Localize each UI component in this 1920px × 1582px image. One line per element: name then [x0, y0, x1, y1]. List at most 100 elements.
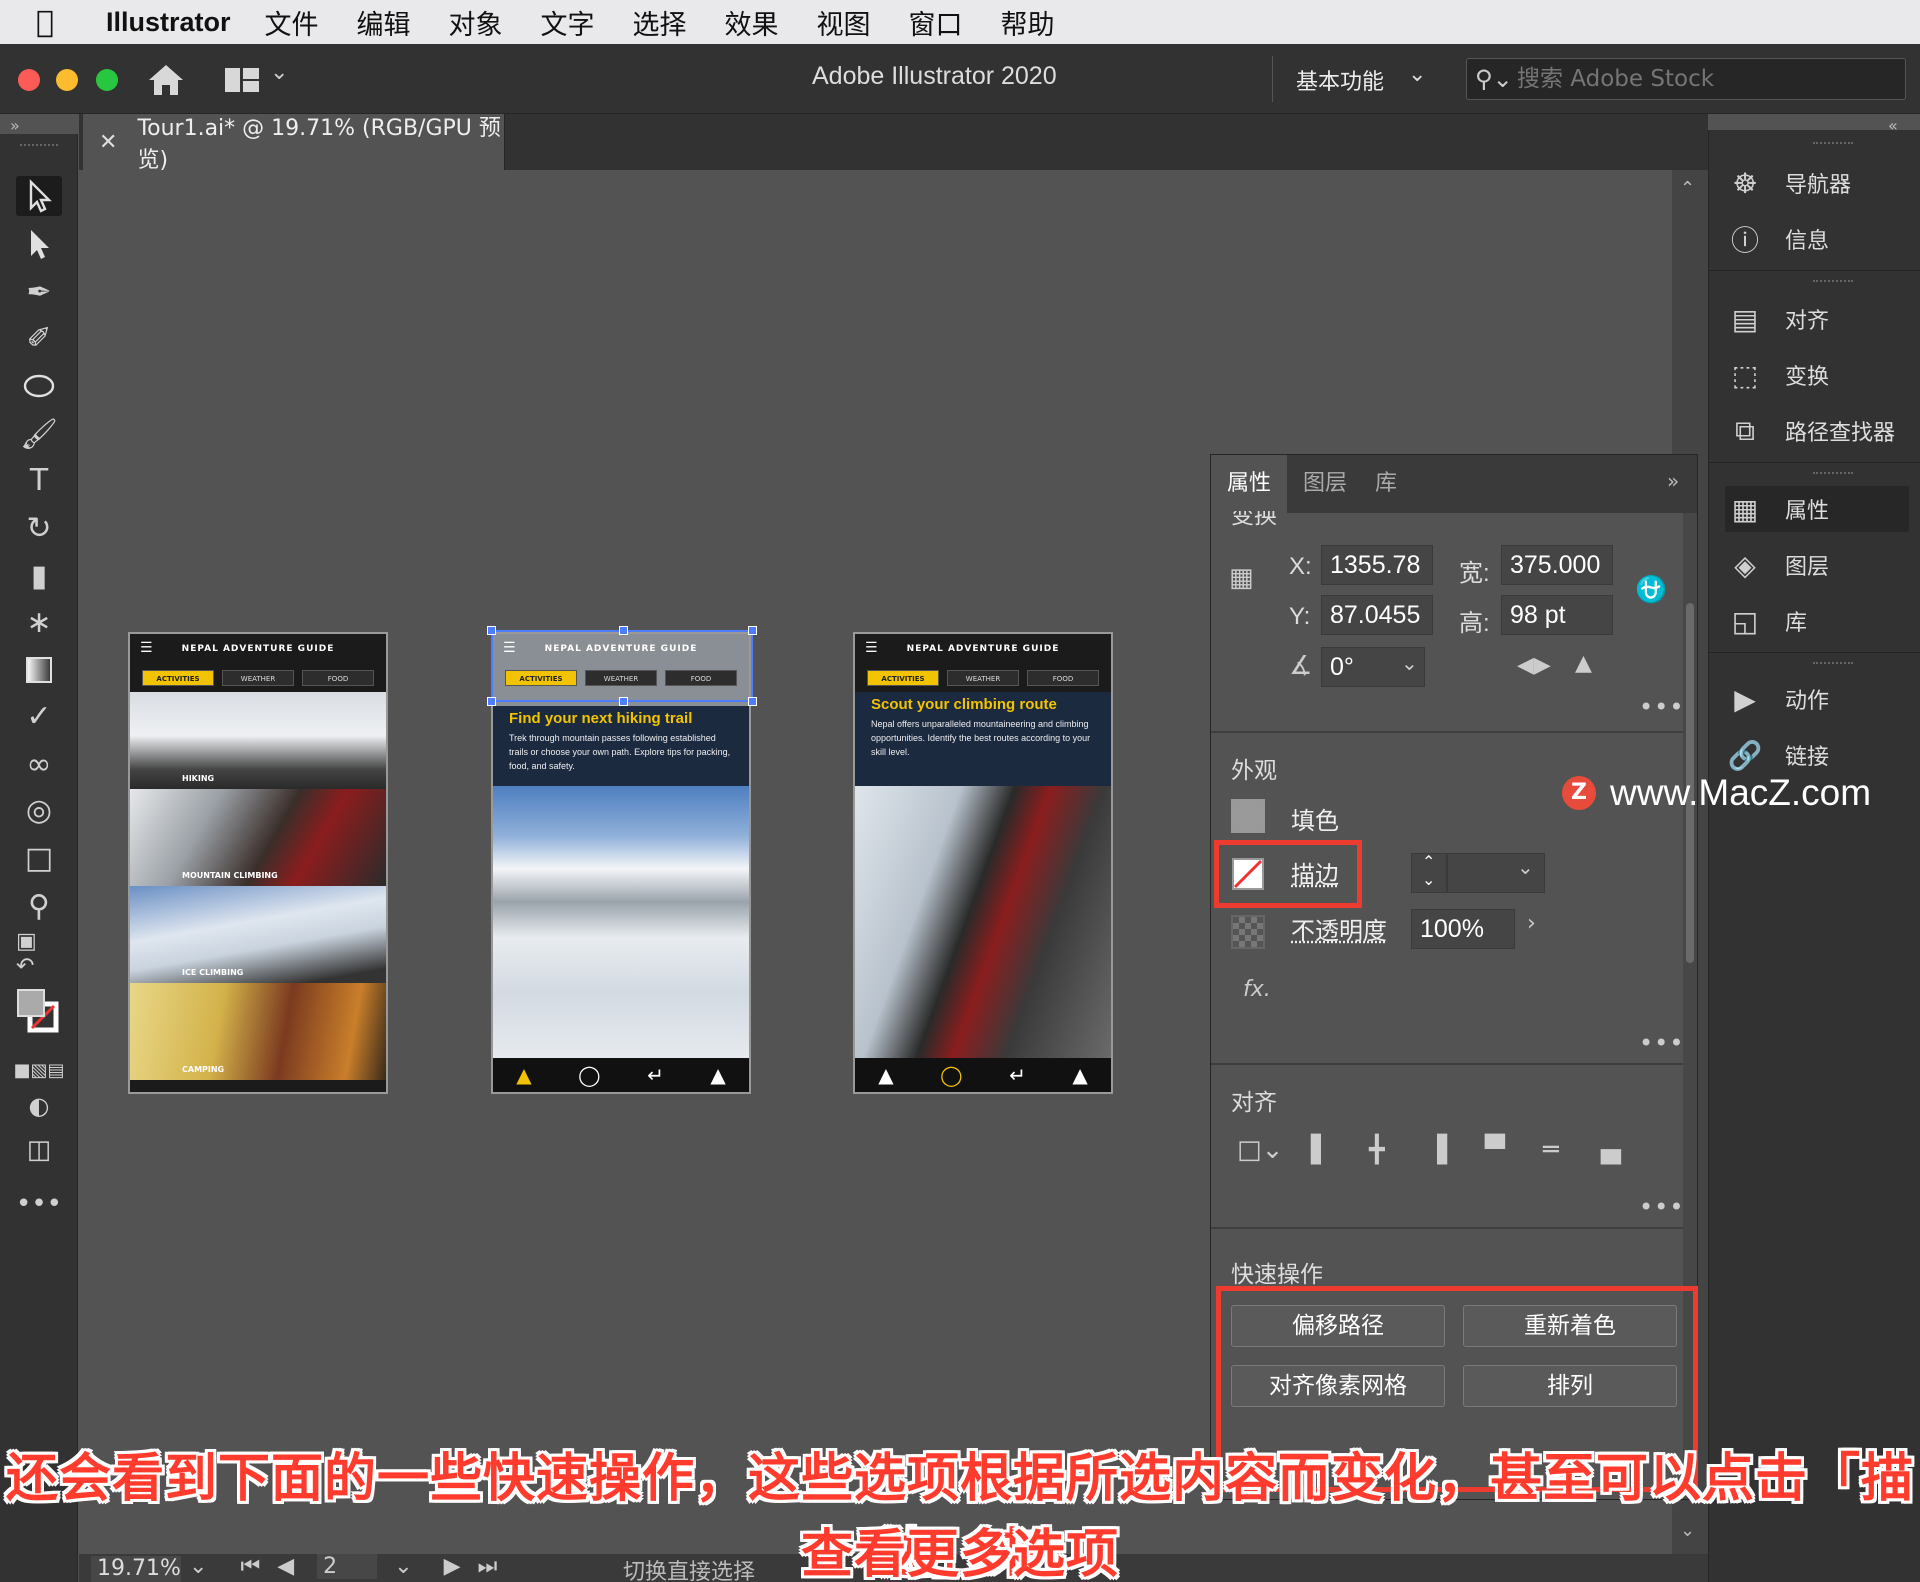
resize-handle[interactable]: [748, 697, 757, 706]
constrain-proportions-icon[interactable]: ⛎: [1635, 575, 1667, 605]
window-minimize-button[interactable]: [56, 69, 78, 91]
align-top-icon[interactable]: ▀: [1485, 1135, 1505, 1165]
menu-help[interactable]: 帮助: [1001, 3, 1055, 42]
tab-libraries[interactable]: 库: [1359, 455, 1413, 513]
blend-tool-icon[interactable]: ∞: [16, 744, 62, 784]
artboard-3[interactable]: ☰ NEPAL ADVENTURE GUIDE ACTIVITIES WEATH…: [853, 632, 1113, 1094]
draw-mode-icon[interactable]: ◐: [16, 1086, 62, 1126]
height-field[interactable]: 98 pt: [1501, 595, 1613, 635]
flip-vertical-icon[interactable]: ▲: [1575, 651, 1592, 676]
more-tools-icon[interactable]: •••: [16, 1184, 62, 1224]
window-maximize-button[interactable]: [96, 69, 118, 91]
shape-builder-tool-icon[interactable]: ◎: [16, 790, 62, 830]
artboard-tool-icon[interactable]: □: [16, 838, 62, 878]
y-field[interactable]: 87.0455: [1321, 595, 1433, 635]
dock-item-actions[interactable]: ▶ 动作: [1725, 676, 1909, 722]
opacity-field[interactable]: 100%: [1411, 909, 1515, 949]
eraser-tool-icon[interactable]: ▮: [16, 556, 62, 596]
tab-layers[interactable]: 图层: [1287, 455, 1363, 513]
chevron-down-icon[interactable]: ⌄: [270, 60, 288, 85]
resize-handle[interactable]: [487, 697, 496, 706]
home-icon[interactable]: [146, 62, 186, 98]
color-mode-icons[interactable]: ■▧▤: [16, 1050, 62, 1090]
fx-icon[interactable]: fx.: [1243, 977, 1271, 1002]
panel-expand-icon[interactable]: »: [1667, 469, 1679, 493]
tab-properties[interactable]: 属性: [1211, 455, 1287, 513]
type-tool-icon[interactable]: T: [16, 460, 62, 500]
panel-grip[interactable]: [20, 144, 58, 150]
ellipse-tool-icon[interactable]: [16, 366, 62, 406]
x-field[interactable]: 1355.78: [1321, 545, 1433, 585]
dock-item-navigator[interactable]: ☸ 导航器: [1725, 160, 1909, 206]
zoom-tool-icon[interactable]: ⚲: [16, 886, 62, 926]
menu-object[interactable]: 对象: [449, 3, 503, 42]
menu-file[interactable]: 文件: [265, 3, 319, 42]
dock-item-pathfinder[interactable]: ⧉ 路径查找器: [1725, 408, 1909, 454]
artboard-1[interactable]: ☰ NEPAL ADVENTURE GUIDE ACTIVITIES WEATH…: [128, 632, 388, 1094]
fill-swatch[interactable]: [1231, 799, 1265, 833]
stock-search[interactable]: ⚲⌄: [1466, 58, 1906, 100]
dock-item-properties[interactable]: ▦ 属性: [1725, 486, 1909, 532]
arrange-documents-icon[interactable]: [224, 66, 260, 94]
workspace-switcher[interactable]: 基本功能: [1296, 64, 1384, 96]
menu-effect[interactable]: 效果: [725, 3, 779, 42]
chevron-down-icon[interactable]: ⌄: [1401, 651, 1418, 675]
menu-select[interactable]: 选择: [633, 3, 687, 42]
swap-fill-stroke-icon[interactable]: ▣ ↶: [16, 934, 62, 974]
scroll-up-icon[interactable]: ⌃: [1680, 178, 1695, 199]
document-tab[interactable]: ✕ Tour1.ai* @ 19.71% (RGB/GPU 预览): [83, 114, 505, 170]
rotate-tool-icon[interactable]: ↻: [16, 508, 62, 548]
selection-bounding-box[interactable]: [491, 630, 753, 702]
fill-label[interactable]: 填色: [1291, 801, 1339, 836]
menu-view[interactable]: 视图: [817, 3, 871, 42]
menu-edit[interactable]: 编辑: [357, 3, 411, 42]
align-horizontal-center-icon[interactable]: ╋: [1369, 1135, 1385, 1165]
more-options-icon[interactable]: •••: [1639, 693, 1684, 721]
opacity-label[interactable]: 不透明度: [1291, 911, 1387, 946]
apple-icon[interactable]: : [36, 5, 84, 40]
stroke-weight-stepper[interactable]: ⌃ ⌄: [1411, 853, 1447, 893]
panel-grip[interactable]: [1813, 280, 1853, 284]
selection-tool-icon[interactable]: [16, 176, 62, 216]
stock-search-input[interactable]: [1517, 63, 1897, 95]
dock-item-libraries[interactable]: ◱ 库: [1725, 598, 1909, 644]
chevron-down-icon[interactable]: ⌄: [1517, 855, 1534, 879]
flip-horizontal-icon[interactable]: ◀▶: [1517, 653, 1551, 678]
menu-window[interactable]: 窗口: [909, 3, 963, 42]
width-field[interactable]: 375.000: [1501, 545, 1613, 585]
pen-tool-icon[interactable]: ✒: [16, 272, 62, 312]
more-options-icon[interactable]: •••: [1639, 1193, 1684, 1221]
search-icon[interactable]: ⚲⌄: [1475, 65, 1513, 93]
reference-point-icon[interactable]: ▦: [1229, 563, 1254, 593]
align-bottom-icon[interactable]: ▄: [1601, 1135, 1621, 1165]
eyedropper-tool-icon[interactable]: ✓: [16, 696, 62, 736]
resize-handle[interactable]: [619, 697, 628, 706]
panel-grip[interactable]: [1813, 472, 1853, 476]
chevron-down-icon[interactable]: ⌄: [1408, 62, 1426, 87]
paintbrush-tool-icon[interactable]: 🖌: [16, 414, 62, 454]
align-vertical-center-icon[interactable]: ═: [1543, 1135, 1559, 1165]
panel-grip[interactable]: [1813, 662, 1853, 666]
expand-panel-icon[interactable]: »: [10, 116, 20, 135]
close-icon[interactable]: ✕: [99, 130, 117, 155]
dock-item-info[interactable]: ⓘ 信息: [1725, 216, 1909, 262]
resize-handle[interactable]: [619, 626, 628, 635]
align-right-icon[interactable]: ▐: [1427, 1135, 1447, 1165]
menu-type[interactable]: 文字: [541, 3, 595, 42]
gradient-tool-icon[interactable]: [16, 650, 62, 690]
panel-grip[interactable]: [1813, 142, 1853, 146]
dock-item-align[interactable]: ▤ 对齐: [1725, 296, 1909, 342]
dock-item-layers[interactable]: ◈ 图层: [1725, 542, 1909, 588]
align-left-icon[interactable]: ▌: [1311, 1135, 1331, 1165]
fill-stroke-swatch[interactable]: [16, 980, 62, 1040]
dock-item-transform[interactable]: ⬚ 变换: [1725, 352, 1909, 398]
more-options-icon[interactable]: •••: [1639, 1029, 1684, 1057]
chevron-right-icon[interactable]: ›: [1527, 911, 1536, 936]
resize-handle[interactable]: [748, 626, 757, 635]
direct-selection-tool-icon[interactable]: [16, 224, 62, 264]
lasso-tool-icon[interactable]: ∗: [16, 602, 62, 642]
curvature-tool-icon[interactable]: ✐: [16, 318, 62, 358]
resize-handle[interactable]: [487, 626, 496, 635]
align-to-icon[interactable]: □⌄: [1237, 1135, 1283, 1165]
screen-mode-icon[interactable]: ◫: [16, 1130, 62, 1170]
